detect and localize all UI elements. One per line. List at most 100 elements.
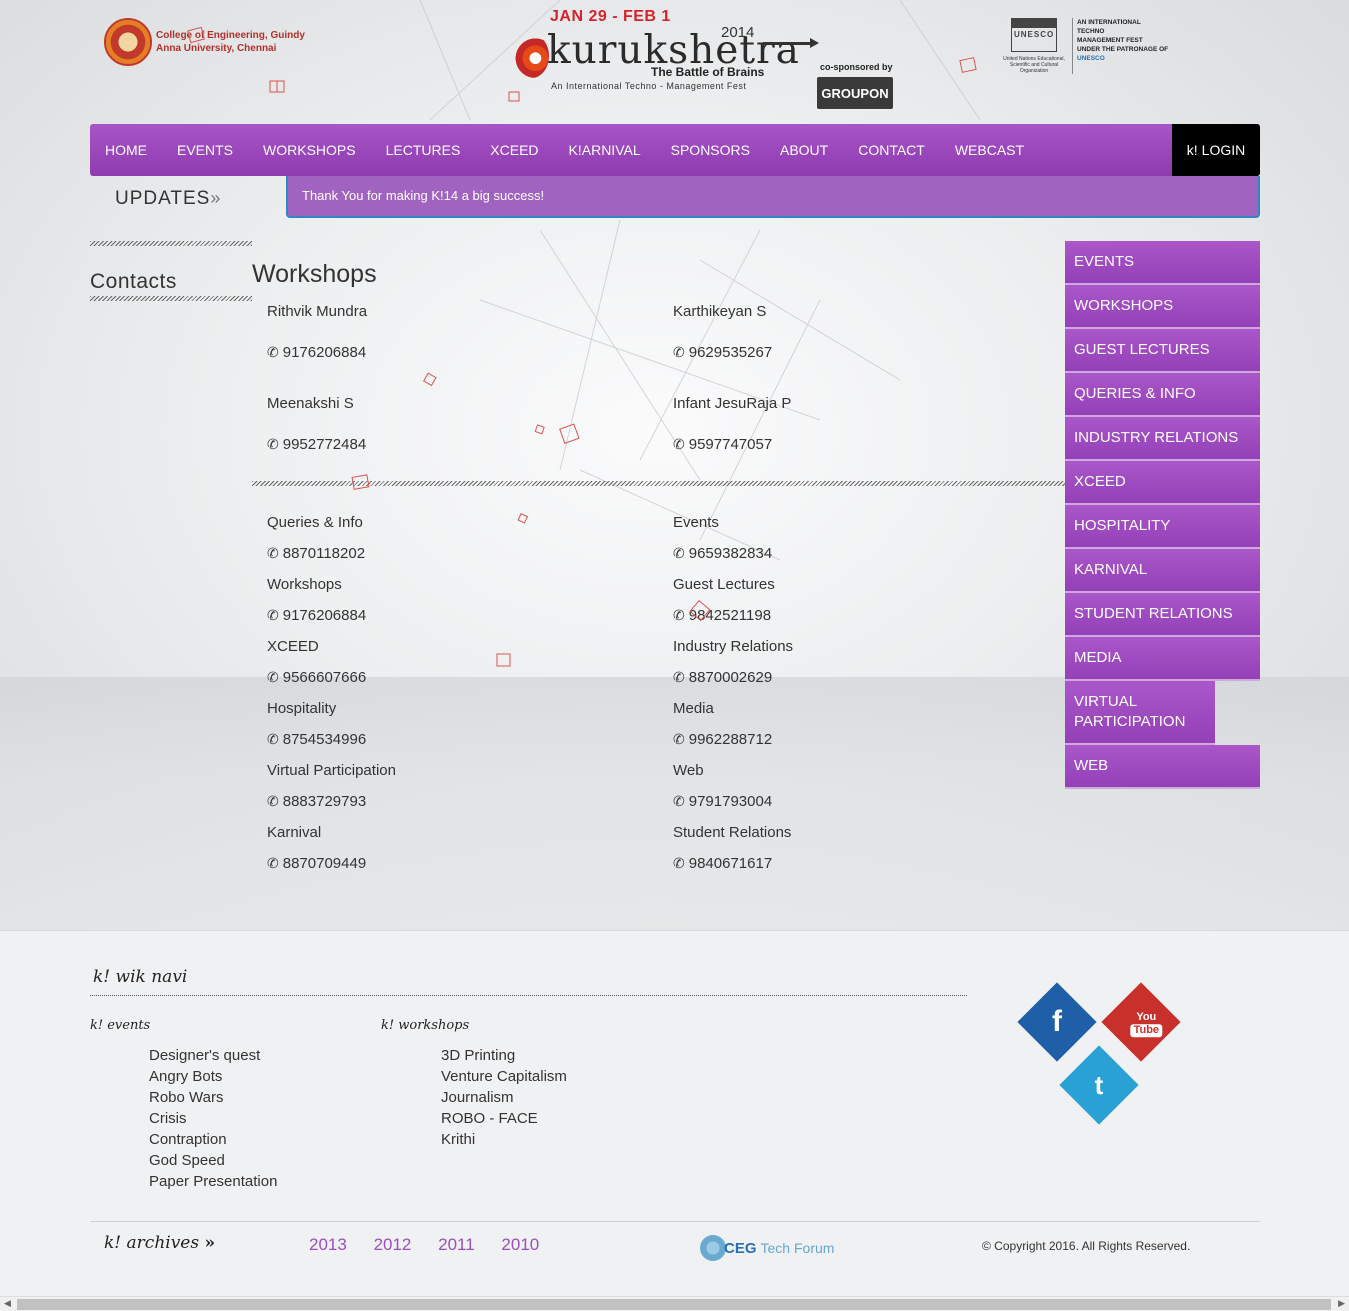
floating-cube-icon bbox=[508, 91, 520, 102]
footer-workshop-link[interactable]: Journalism bbox=[441, 1087, 567, 1108]
youtube-icon-bottom: Tube bbox=[1130, 1024, 1163, 1038]
floating-cube-icon bbox=[351, 474, 370, 490]
unesco-emblem: United Nations Educational, Scientific a… bbox=[996, 18, 1072, 74]
groupon-logo[interactable]: GROUPON bbox=[817, 77, 893, 109]
footer-title: k! wik navi bbox=[93, 967, 188, 987]
workshops-heading: Workshops bbox=[252, 260, 377, 288]
sidebar-item-student-relations[interactable]: STUDENT RELATIONS bbox=[1065, 593, 1260, 637]
department-phone: ✆ 9176206884 bbox=[267, 607, 366, 624]
department-phone: ✆ 9791793004 bbox=[673, 793, 772, 810]
nav-webcast[interactable]: WEBCAST bbox=[940, 142, 1039, 158]
sidebar-item-xceed[interactable]: XCEED bbox=[1065, 461, 1260, 505]
sidebar-item-queries-info[interactable]: QUERIES & INFO bbox=[1065, 373, 1260, 417]
ceg-tech-forum-logo[interactable]: CEG Tech Forum bbox=[700, 1231, 834, 1265]
phone-icon: ✆ bbox=[673, 607, 685, 623]
footer-event-link[interactable]: Contraption bbox=[149, 1129, 277, 1150]
scroll-right-icon[interactable]: ▶ bbox=[1338, 1298, 1345, 1309]
department-name: Events bbox=[673, 514, 719, 531]
phone-icon: ✆ bbox=[673, 436, 685, 452]
twitter-button[interactable]: t bbox=[1059, 1045, 1139, 1125]
spear-icon bbox=[763, 38, 819, 48]
college-line-2: Anna University, Chennai bbox=[156, 43, 277, 54]
nav-home[interactable]: HOME bbox=[90, 142, 162, 158]
floating-cube-icon bbox=[496, 653, 511, 667]
scroll-left-icon[interactable]: ◀ bbox=[4, 1298, 11, 1309]
footer-workshop-link[interactable]: Krithi bbox=[441, 1129, 567, 1150]
main-nav: HOME EVENTS WORKSHOPS LECTURES XCEED K!A… bbox=[90, 124, 1260, 176]
footer-event-link[interactable]: God Speed bbox=[149, 1150, 277, 1171]
archive-year-link[interactable]: 2012 bbox=[374, 1235, 412, 1254]
department-name: Queries & Info bbox=[267, 514, 363, 531]
phone-icon: ✆ bbox=[673, 793, 685, 809]
kurukshetra-logo[interactable]: JAN 29 - FEB 1 2014 kurukshetra The Batt… bbox=[513, 8, 819, 98]
footer-event-link[interactable]: Crisis bbox=[149, 1108, 277, 1129]
department-name: Media bbox=[673, 700, 714, 717]
phone-icon: ✆ bbox=[267, 344, 279, 360]
contact-name: Meenakshi S bbox=[267, 395, 354, 412]
contact-phone: ✆ 9952772484 bbox=[267, 436, 366, 453]
footer-event-link[interactable]: Paper Presentation bbox=[149, 1171, 277, 1192]
footer-workshop-link[interactable]: 3D Printing bbox=[441, 1045, 567, 1066]
footer-event-link[interactable]: Angry Bots bbox=[149, 1066, 277, 1087]
footer-divider bbox=[90, 995, 967, 996]
phone-number: 9840671617 bbox=[688, 855, 773, 872]
phone-number: 9176206884 bbox=[282, 607, 367, 624]
unesco-line-5: UNESCO bbox=[1077, 55, 1105, 62]
contact-name: Infant JesuRaja P bbox=[673, 395, 792, 412]
contact-name: Rithvik Mundra bbox=[267, 303, 368, 320]
scrollbar-thumb[interactable] bbox=[17, 1299, 1331, 1310]
sidebar-item-media[interactable]: MEDIA bbox=[1065, 637, 1260, 681]
facebook-button[interactable]: f bbox=[1017, 982, 1097, 1062]
department-name: Guest Lectures bbox=[673, 576, 775, 593]
department-phone: ✆ 8870002629 bbox=[673, 669, 772, 686]
youtube-icon-top: You bbox=[1136, 1011, 1157, 1024]
nav-about[interactable]: ABOUT bbox=[765, 142, 843, 158]
phone-number: 9566607666 bbox=[282, 669, 367, 686]
nav-contact[interactable]: CONTACT bbox=[843, 142, 940, 158]
nav-sponsors[interactable]: SPONSORS bbox=[656, 142, 765, 158]
phone-number: 8870002629 bbox=[688, 669, 773, 686]
youtube-button[interactable]: You Tube bbox=[1101, 982, 1181, 1062]
phone-number: 9597747057 bbox=[688, 436, 773, 453]
footer: k! wik navi k! events Designer's quest A… bbox=[0, 930, 1349, 1296]
horizontal-scrollbar[interactable]: ◀ ▶ bbox=[0, 1296, 1349, 1311]
sidebar-item-hospitality[interactable]: HOSPITALITY bbox=[1065, 505, 1260, 549]
phone-icon: ✆ bbox=[673, 855, 685, 871]
nav-events[interactable]: EVENTS bbox=[162, 142, 248, 158]
footer-event-link[interactable]: Designer's quest bbox=[149, 1045, 277, 1066]
k-logo-icon: k! bbox=[1186, 142, 1198, 158]
sidebar-item-workshops[interactable]: WORKSHOPS bbox=[1065, 285, 1260, 329]
contact-phone: ✆ 9176206884 bbox=[267, 344, 366, 361]
sidebar-item-karnival[interactable]: KARNIVAL bbox=[1065, 549, 1260, 593]
department-name: Web bbox=[673, 762, 704, 779]
nav-lectures[interactable]: LECTURES bbox=[371, 142, 476, 158]
unesco-line-4: UNDER THE PATRONAGE OF bbox=[1077, 46, 1169, 53]
sidebar-item-industry-relations[interactable]: INDUSTRY RELATIONS bbox=[1065, 417, 1260, 461]
contact-phone: ✆ 9597747057 bbox=[673, 436, 772, 453]
phone-number: 9659382834 bbox=[688, 545, 773, 562]
nav-xceed[interactable]: XCEED bbox=[475, 142, 553, 158]
archive-year-link[interactable]: 2013 bbox=[309, 1235, 347, 1254]
department-phone: ✆ 9962288712 bbox=[673, 731, 772, 748]
archive-year-link[interactable]: 2011 bbox=[438, 1235, 475, 1254]
sidebar-item-virtual-participation[interactable]: VIRTUAL PARTICIPATION bbox=[1065, 681, 1215, 745]
archive-year-link[interactable]: 2010 bbox=[501, 1235, 539, 1254]
forum-name: CEG bbox=[724, 1239, 757, 1257]
footer-workshop-link[interactable]: Venture Capitalism bbox=[441, 1066, 567, 1087]
college-emblem-icon bbox=[104, 18, 152, 66]
updates-ticker[interactable]: Thank You for making K!14 a big success! bbox=[286, 176, 1260, 218]
login-button[interactable]: k! LOGIN bbox=[1172, 124, 1260, 176]
sidebar-item-web[interactable]: WEB bbox=[1065, 745, 1260, 789]
unesco-temple-icon bbox=[1011, 18, 1057, 52]
footer-workshop-link[interactable]: ROBO - FACE bbox=[441, 1108, 567, 1129]
sidebar-item-guest-lectures[interactable]: GUEST LECTURES bbox=[1065, 329, 1260, 373]
department-name: Virtual Participation bbox=[267, 762, 396, 779]
nav-karnival[interactable]: K!ARNIVAL bbox=[554, 142, 656, 158]
nav-workshops[interactable]: WORKSHOPS bbox=[248, 142, 371, 158]
department-phone: ✆ 8754534996 bbox=[267, 731, 366, 748]
event-dates: JAN 29 - FEB 1 bbox=[550, 8, 671, 25]
footer-event-link[interactable]: Robo Wars bbox=[149, 1087, 277, 1108]
sidebar-item-events[interactable]: EVENTS bbox=[1065, 241, 1260, 285]
phone-icon: ✆ bbox=[673, 344, 685, 360]
archives-text: k! archives bbox=[104, 1233, 200, 1253]
